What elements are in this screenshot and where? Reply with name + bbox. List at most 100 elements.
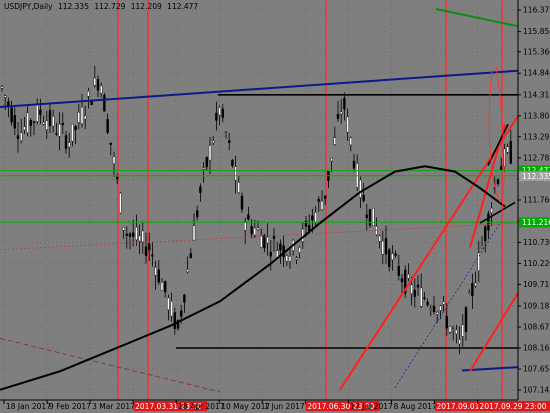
candle-body <box>208 145 212 161</box>
candle-body <box>67 142 71 148</box>
symbol-caption: USDJPY,Daily 112.335 112.729 112.209 112… <box>4 2 198 11</box>
candle-body <box>224 132 228 134</box>
candle-body <box>343 97 346 110</box>
candle-body <box>115 176 119 180</box>
price-tick-label: 112.785 <box>523 153 550 162</box>
candle-body <box>122 227 125 231</box>
candle-body <box>416 284 420 288</box>
candle-body <box>147 243 151 251</box>
candle-body <box>170 301 173 317</box>
candle-body <box>125 233 129 236</box>
price-tick-label: 109.710 <box>523 280 550 289</box>
candle-body <box>391 253 394 261</box>
candle-body <box>36 105 39 122</box>
candle-body <box>106 119 109 133</box>
candle-body <box>372 208 375 226</box>
candle-body <box>93 77 97 86</box>
candle-body <box>205 157 209 168</box>
candle-body <box>144 246 148 256</box>
price-chart[interactable]: 116.375 115.850 115.360 114.840 114.315 113.8… <box>0 0 550 413</box>
candle-body <box>340 111 343 115</box>
candle-body <box>346 116 349 133</box>
chart-background <box>0 0 550 413</box>
price-tick-label: 107.655 <box>523 365 550 374</box>
candle-body <box>173 312 177 329</box>
candle-body <box>384 238 388 255</box>
candle-body <box>189 253 193 259</box>
candle-body <box>263 234 266 249</box>
candle-body <box>183 294 186 303</box>
candle-body <box>336 114 340 119</box>
candle-body <box>500 166 503 170</box>
candle-body <box>301 228 304 242</box>
candle-body <box>0 86 4 89</box>
candle-body <box>394 253 397 256</box>
candle-body <box>308 225 311 231</box>
candle-body <box>253 227 257 236</box>
price-tick-label: 114.315 <box>523 90 550 99</box>
candle-body <box>452 328 455 330</box>
candle-body <box>52 116 55 127</box>
candle-body <box>240 195 244 210</box>
price-label: 111.216 <box>522 218 550 227</box>
candle-body <box>48 110 52 127</box>
candle-body <box>311 215 314 221</box>
candle-body <box>288 256 292 262</box>
chart-header: USDJPY,Daily 112.335 112.729 112.209 112… <box>4 2 198 11</box>
candle-body <box>378 235 381 242</box>
price-tick-label: 115.360 <box>523 47 550 56</box>
time-tick-label: 8 Aug 2017 <box>393 402 436 411</box>
candle-body <box>119 192 122 214</box>
candle-body <box>260 235 263 248</box>
chart-window[interactable]: 116.375 115.850 115.360 114.840 114.315 113.8… <box>0 0 550 413</box>
time-axis: 18 Jan 20179 Feb 2017 3 Mar 2017 2017.03.3… <box>0 399 550 411</box>
candle-body <box>96 79 100 91</box>
time-tick-label: 1 Jun 2017 <box>264 402 305 411</box>
candle-body <box>131 232 135 237</box>
candle-body <box>352 160 356 169</box>
candle-body <box>163 280 167 293</box>
candle-body <box>468 292 471 295</box>
candle-body <box>202 167 205 170</box>
candle-body <box>359 179 362 198</box>
candle-body <box>247 214 250 220</box>
candle-body <box>317 199 320 202</box>
candle-body <box>471 283 474 297</box>
candle-body <box>13 115 17 129</box>
candle-body <box>45 120 48 130</box>
candle-body <box>407 274 410 279</box>
candle-body <box>324 195 327 199</box>
candle-body <box>243 222 247 231</box>
candle-body <box>410 284 413 294</box>
candle-body <box>388 249 391 267</box>
candle-body <box>269 251 272 257</box>
candle-body <box>29 120 32 126</box>
candle-body <box>295 257 298 260</box>
candle-body <box>195 210 199 218</box>
candle-body <box>266 236 269 244</box>
candle-body <box>71 123 74 142</box>
candle-body <box>436 312 439 315</box>
time-tick-label: 3 Mar 2017 <box>92 402 135 411</box>
candle-body <box>151 254 154 257</box>
candle-body <box>199 186 202 193</box>
candle-body <box>227 140 231 143</box>
candle-body <box>413 289 416 297</box>
candle-body <box>58 123 61 137</box>
candle-body <box>23 126 26 131</box>
candle-body <box>496 179 500 184</box>
candle-body <box>279 243 282 251</box>
candle-body <box>285 255 288 262</box>
candle-body <box>32 121 36 123</box>
time-tick-label: 9 Feb 2017 <box>49 402 91 411</box>
candle-body <box>474 282 477 287</box>
price-tick-label: 110.220 <box>523 259 550 268</box>
candle-body <box>250 226 253 235</box>
candle-body <box>179 310 183 317</box>
candle-body <box>426 301 429 305</box>
candle-body <box>272 236 276 239</box>
candle-body <box>237 182 241 193</box>
candle-body <box>87 90 90 97</box>
candle-body <box>112 156 116 164</box>
price-tick-label: 109.185 <box>523 302 550 311</box>
